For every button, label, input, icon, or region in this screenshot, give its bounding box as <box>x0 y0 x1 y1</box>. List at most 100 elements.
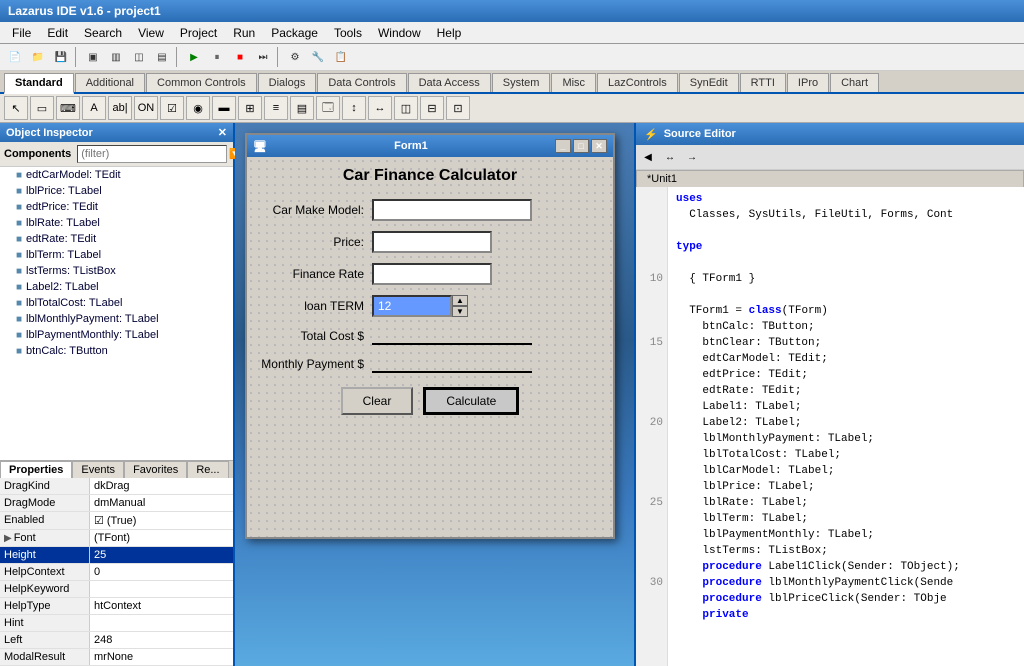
toolbar-btn-5[interactable]: ⚙ <box>284 46 306 68</box>
toolbar-btn-3[interactable]: ◫ <box>128 46 150 68</box>
toolbar-stop[interactable]: ■ <box>229 46 251 68</box>
menu-package[interactable]: Package <box>263 24 326 42</box>
form-minimize-btn[interactable]: _ <box>555 139 571 153</box>
prop-value-modalresult[interactable]: mrNone <box>90 649 233 665</box>
tab-misc[interactable]: Misc <box>551 73 596 92</box>
prop-value-hint[interactable] <box>90 615 233 631</box>
prop-value-left[interactable]: 248 <box>90 632 233 648</box>
checkbox-enabled[interactable]: ☑ <box>94 514 104 527</box>
form-input-rate[interactable] <box>372 263 492 285</box>
comp-btn-15[interactable]: ◫ <box>394 96 418 120</box>
tab-synedit[interactable]: SynEdit <box>679 73 739 92</box>
comp-item-7[interactable]: ■Label2: TLabel <box>0 279 233 295</box>
comp-item-0[interactable]: ■edtCarModel: TEdit <box>0 167 233 183</box>
spin-input-term[interactable] <box>372 295 452 317</box>
comp-btn-3[interactable]: A <box>82 96 106 120</box>
toolbar-btn-6[interactable]: 🔧 <box>307 46 329 68</box>
form-input-price[interactable] <box>372 231 492 253</box>
source-toolbar-btn2[interactable]: → <box>682 147 702 167</box>
toolbar-run[interactable]: ▶ <box>183 46 205 68</box>
form-input-monthlypayment[interactable] <box>372 355 532 373</box>
comp-item-9[interactable]: ■lblMonthlyPayment: TLabel <box>0 311 233 327</box>
comp-btn-10[interactable]: ≡ <box>264 96 288 120</box>
tab-standard[interactable]: Standard <box>4 73 74 94</box>
prop-value-enabled[interactable]: ☑ (True) <box>90 512 233 529</box>
comp-btn-7[interactable]: ◉ <box>186 96 210 120</box>
toolbar-step[interactable]: ⏭ <box>252 46 274 68</box>
comp-item-4[interactable]: ■edtRate: TEdit <box>0 231 233 247</box>
comp-btn-6[interactable]: ☑ <box>160 96 184 120</box>
toolbar-open[interactable]: 📁 <box>27 46 49 68</box>
comp-pointer[interactable]: ↖ <box>4 96 28 120</box>
comp-btn-14[interactable]: ↔ <box>368 96 392 120</box>
spin-up-term[interactable]: ▲ <box>452 295 468 306</box>
form-input-carmodel[interactable] <box>372 199 532 221</box>
toolbar-btn-2[interactable]: ▥ <box>105 46 127 68</box>
form-clear-button[interactable]: Clear <box>341 387 414 415</box>
comp-btn-8[interactable]: ▬ <box>212 96 236 120</box>
source-toolbar-back[interactable]: ◀ <box>638 147 658 167</box>
menu-window[interactable]: Window <box>370 24 429 42</box>
menu-search[interactable]: Search <box>76 24 130 42</box>
tab-data-controls[interactable]: Data Controls <box>317 73 406 92</box>
comp-btn-9[interactable]: ⊞ <box>238 96 262 120</box>
comp-btn-4[interactable]: ab| <box>108 96 132 120</box>
form-input-totalcost[interactable] <box>372 327 532 345</box>
comp-btn-11[interactable]: ▤ <box>290 96 314 120</box>
comp-item-11[interactable]: ■btnCalc: TButton <box>0 343 233 359</box>
props-tab-properties[interactable]: Properties <box>0 461 72 478</box>
menu-tools[interactable]: Tools <box>326 24 370 42</box>
prop-value-dragkind[interactable]: dkDrag <box>90 478 233 494</box>
comp-btn-2[interactable]: ⌨ <box>56 96 80 120</box>
tab-ipro[interactable]: IPro <box>787 73 829 92</box>
toolbar-pause[interactable]: ⏸ <box>206 46 228 68</box>
source-toolbar-btn1[interactable]: ↔ <box>660 147 680 167</box>
spin-down-term[interactable]: ▼ <box>452 306 468 317</box>
comp-item-1[interactable]: ■lblPrice: TLabel <box>0 183 233 199</box>
comp-item-2[interactable]: ■edtPrice: TEdit <box>0 199 233 215</box>
comp-item-8[interactable]: ■lblTotalCost: TLabel <box>0 295 233 311</box>
filter-input[interactable] <box>77 145 227 163</box>
code-area[interactable]: uses Classes, SysUtils, FileUtil, Forms,… <box>668 187 1024 666</box>
comp-btn-1[interactable]: ▭ <box>30 96 54 120</box>
props-tab-favorites[interactable]: Favorites <box>124 461 187 478</box>
toolbar-btn-7[interactable]: 📋 <box>330 46 352 68</box>
prop-value-font[interactable]: (TFont) <box>90 530 233 546</box>
menu-file[interactable]: File <box>4 24 39 42</box>
tab-lazcontrols[interactable]: LazControls <box>597 73 678 92</box>
tab-rtti[interactable]: RTTI <box>740 73 786 92</box>
comp-btn-5[interactable]: ON <box>134 96 158 120</box>
form-maximize-btn[interactable]: □ <box>573 139 589 153</box>
prop-value-helpkeyword[interactable] <box>90 581 233 597</box>
toolbar-save[interactable]: 💾 <box>50 46 72 68</box>
menu-project[interactable]: Project <box>172 24 225 42</box>
prop-value-height[interactable]: 25 <box>90 547 233 563</box>
prop-value-helpcontext[interactable]: 0 <box>90 564 233 580</box>
menu-view[interactable]: View <box>130 24 172 42</box>
tab-data-access[interactable]: Data Access <box>408 73 491 92</box>
tab-dialogs[interactable]: Dialogs <box>258 73 317 92</box>
form-close-btn[interactable]: ✕ <box>591 139 607 153</box>
menu-edit[interactable]: Edit <box>39 24 76 42</box>
tab-system[interactable]: System <box>492 73 551 92</box>
comp-item-6[interactable]: ■lstTerms: TListBox <box>0 263 233 279</box>
prop-value-helptype[interactable]: htContext <box>90 598 233 614</box>
menu-help[interactable]: Help <box>429 24 470 42</box>
comp-item-3[interactable]: ■lblRate: TLabel <box>0 215 233 231</box>
comp-btn-16[interactable]: ⊟ <box>420 96 444 120</box>
prop-value-dragmode[interactable]: dmManual <box>90 495 233 511</box>
tab-additional[interactable]: Additional <box>75 73 145 92</box>
toolbar-btn-4[interactable]: ▤ <box>151 46 173 68</box>
comp-item-10[interactable]: ■lblPaymentMonthly: TLabel <box>0 327 233 343</box>
comp-btn-17[interactable]: ⊡ <box>446 96 470 120</box>
menu-run[interactable]: Run <box>225 24 263 42</box>
source-tab-unit1[interactable]: *Unit1 <box>636 170 1024 187</box>
comp-btn-12[interactable]: 🗔 <box>316 96 340 120</box>
tab-common-controls[interactable]: Common Controls <box>146 73 257 92</box>
object-inspector-close[interactable]: ✕ <box>218 126 227 139</box>
toolbar-btn-1[interactable]: ▣ <box>82 46 104 68</box>
comp-item-5[interactable]: ■lblTerm: TLabel <box>0 247 233 263</box>
tab-chart[interactable]: Chart <box>830 73 879 92</box>
props-tab-events[interactable]: Events <box>72 461 124 478</box>
toolbar-new[interactable]: 📄 <box>4 46 26 68</box>
